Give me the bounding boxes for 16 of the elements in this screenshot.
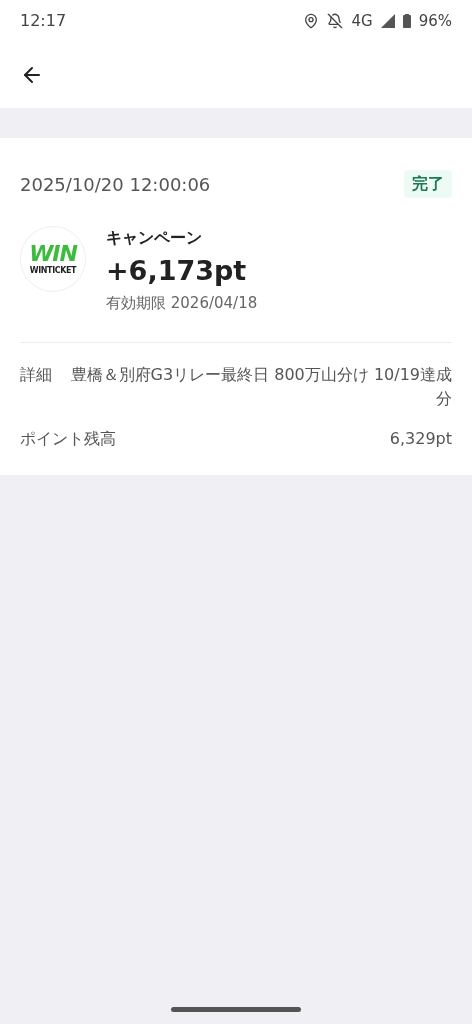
- signal-icon: [380, 14, 395, 28]
- mute-icon: [327, 13, 344, 29]
- detail-value: 豊橋＆別府G3リレー最終日 800万山分け 10/19達成分: [69, 364, 452, 411]
- detail-label: ポイント残高: [20, 428, 116, 451]
- status-badge: 完了: [404, 170, 452, 198]
- detail-label: 詳細: [20, 364, 52, 387]
- expiry-date: 有効期限 2026/04/18: [106, 292, 258, 314]
- battery-level: 96%: [418, 10, 452, 32]
- category-label: キャンペーン: [106, 227, 203, 249]
- transaction-datetime: 2025/10/20 12:00:06: [20, 172, 211, 197]
- points-amount: +6,173pt: [106, 254, 248, 288]
- status-time: 12:17: [20, 10, 67, 32]
- network-label: 4G: [351, 10, 373, 32]
- detail-value: 6,329pt: [389, 428, 452, 451]
- location-icon: [303, 13, 320, 29]
- battery-icon: [402, 14, 411, 28]
